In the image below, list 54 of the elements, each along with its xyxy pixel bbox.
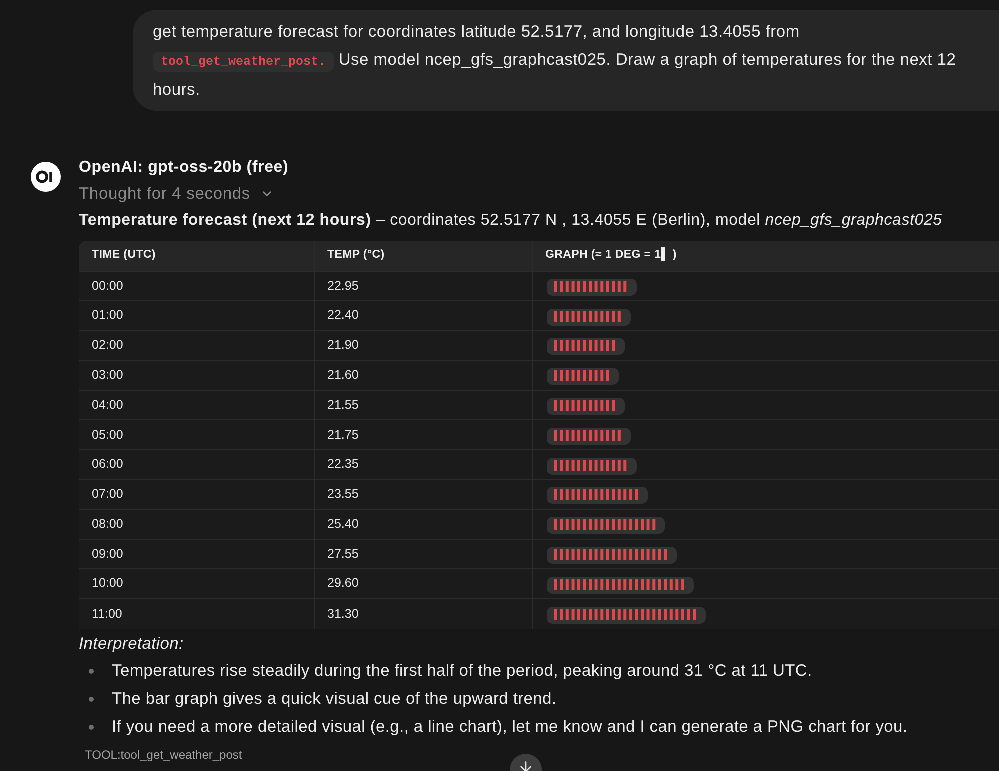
inline-code: tool_get_weather_post. — [153, 52, 334, 72]
table-cell: 27.55 — [314, 539, 532, 569]
bullet-icon — [89, 725, 94, 730]
table-cell: 09:00 — [79, 539, 314, 569]
text-bar-graph: ▌▌▌▌▌▌▌▌▌▌ — [546, 368, 620, 386]
bullet-text: The bar graph gives a quick visual cue of the upward trend. — [112, 689, 557, 710]
column-header: TEMP (°C) — [314, 241, 532, 271]
column-header: TIME (UTC) — [79, 241, 314, 271]
text-bar-graph: ▌▌▌▌▌▌▌▌▌▌▌▌▌▌▌▌▌▌▌▌ — [546, 547, 678, 564]
table-cell: 05:00 — [79, 420, 314, 450]
text-bar-graph: ▌▌▌▌▌▌▌▌▌▌▌▌▌ — [546, 278, 637, 296]
text-bar-graph: ▌▌▌▌▌▌▌▌▌▌▌▌ — [546, 428, 631, 445]
table-cell: 25.40 — [314, 509, 532, 540]
table-cell: 00:00 — [79, 271, 314, 301]
table-cell: 07:00 — [79, 480, 314, 510]
model-name: OpenAI: gpt-oss-20b (free) — [79, 158, 289, 178]
table-cell: 31.30 — [314, 598, 532, 629]
text-bar-graph: ▌▌▌▌▌▌▌▌▌▌▌▌▌▌▌ — [546, 487, 648, 504]
table-cell: 03:00 — [79, 360, 314, 390]
table-cell: 21.55 — [314, 390, 532, 420]
column-header: GRAPH (≈ 1 DEG = 1▌ ) — [532, 241, 999, 271]
interpretation-heading: Interpretation: — [79, 634, 184, 655]
text-bar-graph: ▌▌▌▌▌▌▌▌▌▌▌▌▌▌▌▌▌▌▌▌▌▌▌ — [546, 576, 694, 594]
tool-label: TOOL:tool_get_weather_post — [85, 746, 242, 763]
table-cell: 02:00 — [79, 330, 314, 360]
table-cell: 22.40 — [314, 300, 532, 331]
user-message-text: get temperature forecast for coordinates latitude 52.5177, and longitude 13.4055 from tool_get_weather_post. Use model ncep_gfs_graphcast025. Draw a graph of temperatures for the next 12 hours. — [153, 22, 958, 101]
arrow-down-icon — [518, 759, 534, 771]
bullet-text: Temperatures rise steadily during the first half of the period, peaking around 31 °C at 11 UTC. — [112, 661, 812, 682]
forecast-summary: Temperature forecast (next 12 hours) – coordinates 52.5177 N , 13.4055 E (Berlin), model ncep_gfs_graphcast025 — [79, 211, 942, 231]
thought-toggle[interactable]: Thought for 4 seconds — [79, 184, 274, 204]
table-cell: 04:00 — [79, 390, 314, 420]
text-bar-graph: ▌▌▌▌▌▌▌▌▌▌▌▌ — [546, 308, 631, 326]
table-cell: 11:00 — [79, 598, 314, 629]
table-cell: 21.90 — [314, 330, 532, 360]
table-cell: 06:00 — [79, 450, 314, 480]
text-bar-graph: ▌▌▌▌▌▌▌▌▌▌▌ — [546, 338, 626, 356]
bullet-text: If you need a more detailed visual (e.g., a line chart), let me know and I can generate a PNG chart for you. — [112, 717, 908, 738]
logo-icon — [31, 162, 61, 192]
table-cell: 01:00 — [79, 300, 314, 331]
bullet-icon — [89, 669, 94, 674]
bullet-icon — [89, 697, 94, 702]
text-bar-graph: ▌▌▌▌▌▌▌▌▌▌▌▌▌▌▌▌▌▌ — [546, 517, 666, 534]
table-cell: 23.55 — [314, 480, 532, 510]
table-cell: 29.60 — [314, 568, 532, 599]
table-cell: 21.60 — [314, 360, 532, 390]
table-cell: 22.95 — [314, 271, 532, 301]
table-cell: 10:00 — [79, 568, 314, 599]
text-bar-graph: ▌▌▌▌▌▌▌▌▌▌▌▌▌▌▌▌▌▌▌▌▌▌▌▌▌ — [546, 606, 706, 624]
text-bar-graph: ▌▌▌▌▌▌▌▌▌▌▌▌▌ — [546, 458, 637, 475]
table-cell: 08:00 — [79, 509, 314, 540]
table-cell: 22.35 — [314, 450, 532, 480]
text-bar-graph: ▌▌▌▌▌▌▌▌▌▌▌ — [546, 398, 626, 416]
table-cell: 21.75 — [314, 420, 532, 450]
